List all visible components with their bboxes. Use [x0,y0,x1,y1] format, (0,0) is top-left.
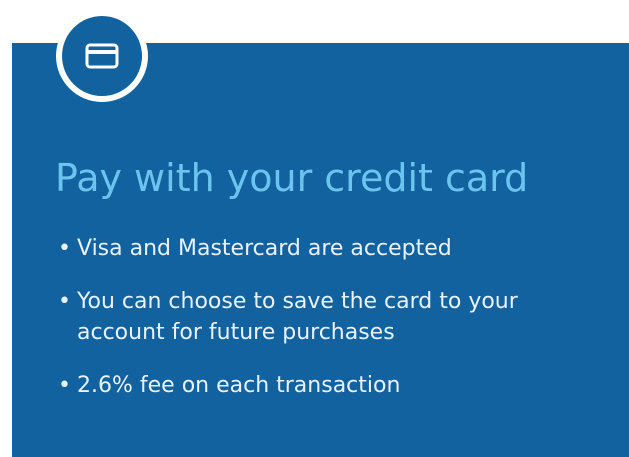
bullet-icon: • [58,373,71,398]
feature-text: You can choose to save the card to your … [77,289,518,345]
bullet-icon: • [58,236,71,261]
credit-card-icon [85,43,119,69]
feature-item-fee: • 2.6% fee on each transaction [55,370,595,401]
bullet-icon: • [58,289,71,314]
feature-item-accepted-cards: • Visa and Mastercard are accepted [55,233,595,264]
feature-text: Visa and Mastercard are accepted [77,236,452,261]
credit-card-info-panel: Pay with your credit card • Visa and Mas… [12,43,629,457]
feature-text: 2.6% fee on each transaction [77,373,401,398]
feature-list: • Visa and Mastercard are accepted • You… [55,233,595,401]
feature-item-save-card: • You can choose to save the card to you… [55,286,595,348]
panel-title: Pay with your credit card [55,156,529,200]
card-icon-badge [56,10,148,102]
